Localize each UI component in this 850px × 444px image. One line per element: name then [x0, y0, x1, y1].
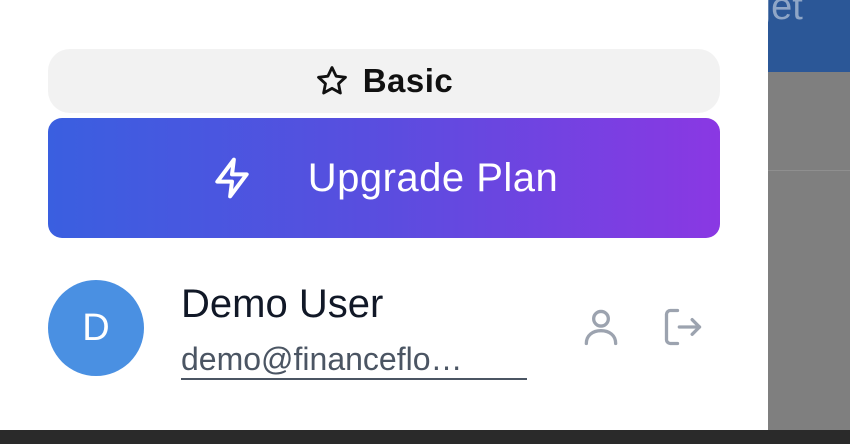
- profile-button[interactable]: [579, 305, 623, 349]
- upgrade-plan-button[interactable]: Upgrade Plan: [48, 118, 720, 238]
- star-icon: [315, 64, 349, 98]
- user-email-link[interactable]: demo@financeflo…: [181, 340, 527, 380]
- user-icon: [579, 309, 623, 353]
- sidebar-drawer: Basic Upgrade Plan D Demo User demo@fina…: [0, 0, 768, 430]
- bottom-strip: [0, 430, 850, 444]
- user-name: Demo User: [181, 282, 384, 326]
- logout-icon: [660, 308, 706, 353]
- plan-label: Basic: [362, 62, 454, 99]
- plan-badge: Basic: [48, 49, 720, 113]
- avatar-initial: D: [82, 306, 110, 349]
- user-profile-row: D Demo User demo@financeflo…: [48, 280, 728, 390]
- lightning-bolt-icon: [210, 156, 254, 200]
- background-app: get: [768, 0, 850, 430]
- background-divider: [768, 170, 850, 171]
- upgrade-plan-label: Upgrade Plan: [307, 155, 559, 200]
- background-header-text: get: [768, 0, 803, 28]
- background-header: get: [768, 0, 850, 72]
- logout-button[interactable]: [660, 305, 708, 349]
- avatar: D: [48, 280, 144, 376]
